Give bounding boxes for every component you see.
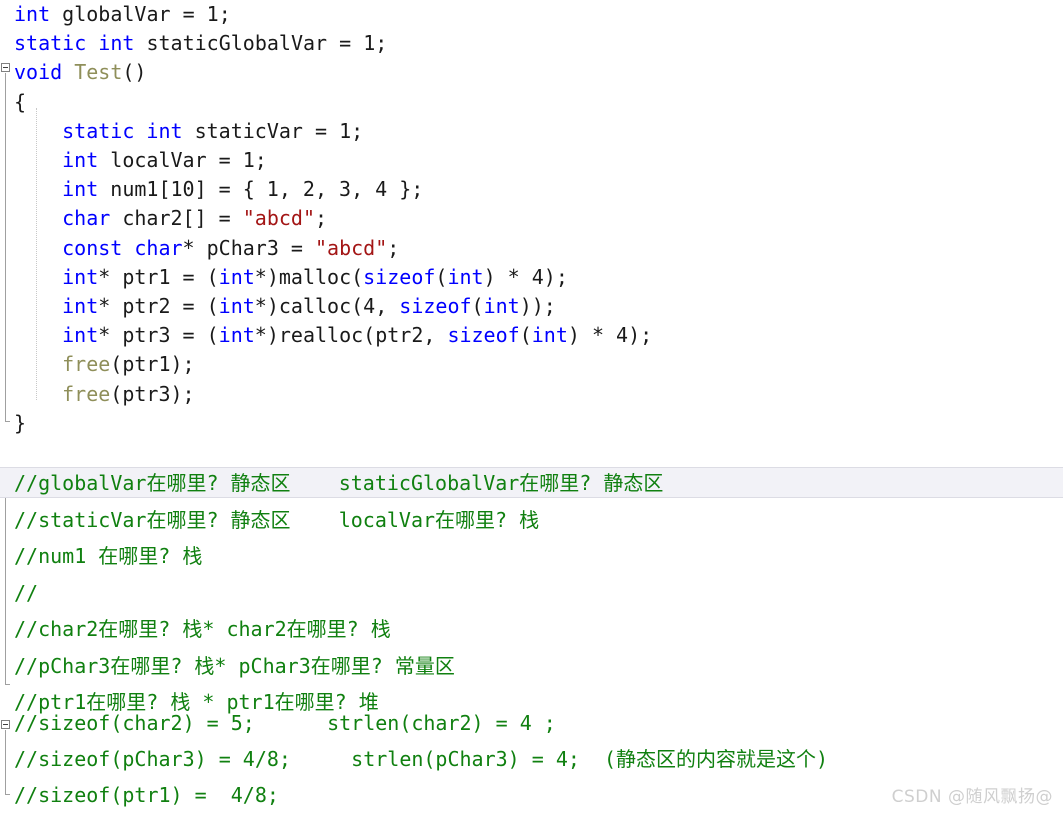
code-token: (: [435, 264, 448, 289]
code-token: (ptr1);: [110, 352, 195, 377]
code-token: int: [62, 177, 99, 202]
fold-region-foot-comment-block-2: [5, 794, 10, 795]
code-token: "abcd": [242, 206, 315, 231]
code-token: Test: [74, 60, 123, 85]
code-token: int: [218, 323, 255, 348]
fold-region-foot-comment-block-1: [5, 684, 10, 685]
code-line[interactable]: free(ptr1);: [62, 350, 194, 379]
fold-region-line-function-test: [5, 73, 6, 421]
code-line[interactable]: }: [14, 409, 26, 438]
code-line[interactable]: free(ptr3);: [62, 380, 194, 409]
comment-line[interactable]: //staticVar在哪里? 静态区 localVar在哪里? 栈: [14, 505, 539, 535]
code-token: globalVar = 1;: [50, 2, 231, 26]
code-token: "abcd": [315, 235, 388, 260]
code-token: (ptr3);: [110, 381, 195, 406]
code-token: sizeof: [363, 264, 436, 289]
code-token: * ptr1 = (: [98, 264, 219, 289]
code-token: static: [62, 118, 135, 143]
code-token: char2[] =: [110, 206, 243, 231]
indent-guide: [36, 108, 37, 400]
code-token: * ptr2 = (: [98, 294, 219, 318]
code-token: int: [531, 323, 568, 348]
code-token: int: [62, 294, 99, 318]
comment-line[interactable]: //: [14, 578, 38, 608]
code-line[interactable]: int* ptr2 = (int*)calloc(4, sizeof(int))…: [62, 292, 556, 321]
code-token: int: [98, 31, 135, 56]
code-line[interactable]: int* ptr3 = (int*)realloc(ptr2, sizeof(i…: [62, 321, 652, 350]
code-token: free: [62, 352, 111, 377]
comment-line[interactable]: //globalVar在哪里? 静态区 staticGlobalVar在哪里? …: [14, 468, 663, 498]
code-line[interactable]: static int staticVar = 1;: [62, 117, 363, 146]
code-token: sizeof: [447, 323, 520, 348]
code-token: *)calloc(4,: [254, 294, 400, 318]
code-token: sizeof: [399, 294, 472, 318]
code-token: static: [14, 31, 87, 56]
code-line[interactable]: {: [14, 88, 26, 117]
comment-line[interactable]: //sizeof(ptr1) = 4/8;: [14, 780, 279, 810]
code-token: ;: [387, 235, 400, 260]
comment-line[interactable]: //sizeof(char2) = 5; strlen(char2) = 4 ;: [14, 708, 556, 738]
csdn-watermark: CSDN @随风飘扬@: [891, 787, 1053, 807]
fold-toggle-function-test[interactable]: [1, 63, 10, 72]
code-token: (: [519, 323, 532, 348]
code-line[interactable]: int globalVar = 1;: [14, 0, 231, 29]
code-token: ) * 4);: [567, 323, 653, 348]
code-token: const: [62, 235, 123, 260]
code-token: char: [134, 235, 183, 260]
code-token: }: [14, 410, 27, 435]
comment-line[interactable]: //char2在哪里? 栈* char2在哪里? 栈: [14, 614, 391, 644]
code-line[interactable]: static int staticGlobalVar = 1;: [14, 29, 387, 58]
code-token: * ptr3 = (: [98, 323, 219, 348]
code-token: int: [14, 2, 51, 26]
code-token: int: [62, 323, 99, 348]
code-token: int: [447, 264, 484, 289]
code-line[interactable]: int localVar = 1;: [62, 146, 267, 175]
code-token: ) * 4);: [483, 264, 568, 289]
code-token: ;: [314, 206, 328, 231]
code-token: num1[10] = { 1, 2, 3, 4 };: [98, 177, 424, 202]
code-token: * pChar3 =: [182, 235, 315, 260]
code-token: {: [14, 89, 27, 114]
code-token: free: [62, 381, 111, 406]
code-token: int: [62, 148, 99, 172]
code-line[interactable]: char char2[] = "abcd";: [62, 204, 327, 233]
comment-line[interactable]: //sizeof(pChar3) = 4/8; strlen(pChar3) =…: [14, 744, 828, 774]
code-token: *)realloc(ptr2,: [254, 323, 448, 348]
code-token: ));: [519, 294, 556, 318]
fold-region-line-comment-block-1: [5, 490, 6, 684]
code-token: char: [62, 206, 111, 231]
comment-line[interactable]: //num1 在哪里? 栈: [14, 541, 202, 571]
fold-toggle-comment-block-2[interactable]: [1, 720, 10, 729]
code-token: int: [62, 264, 99, 289]
fold-region-line-comment-block-2: [5, 730, 6, 794]
code-token: (: [471, 294, 484, 318]
code-line[interactable]: int* ptr1 = (int*)malloc(sizeof(int) * 4…: [62, 263, 568, 292]
code-token: localVar = 1;: [98, 148, 267, 172]
comment-line[interactable]: //pChar3在哪里? 栈* pChar3在哪里? 常量区: [14, 651, 455, 681]
code-token: int: [483, 294, 520, 318]
outlining-gutter: [0, 0, 14, 815]
code-token: void: [14, 60, 63, 85]
fold-region-foot-function-test: [5, 421, 10, 422]
code-token: int: [218, 264, 255, 289]
code-token: int: [218, 294, 255, 318]
code-editor[interactable]: int globalVar = 1; static int staticGloba…: [0, 0, 1063, 815]
code-token: staticGlobalVar = 1;: [134, 31, 388, 56]
code-line[interactable]: const char* pChar3 = "abcd";: [62, 234, 399, 263]
code-token: *)malloc(: [254, 264, 364, 289]
code-token: int: [146, 118, 183, 143]
code-token: staticVar = 1;: [182, 118, 364, 143]
code-line[interactable]: int num1[10] = { 1, 2, 3, 4 };: [62, 175, 423, 204]
code-line[interactable]: void Test(): [14, 58, 146, 87]
code-token: (): [122, 60, 147, 85]
